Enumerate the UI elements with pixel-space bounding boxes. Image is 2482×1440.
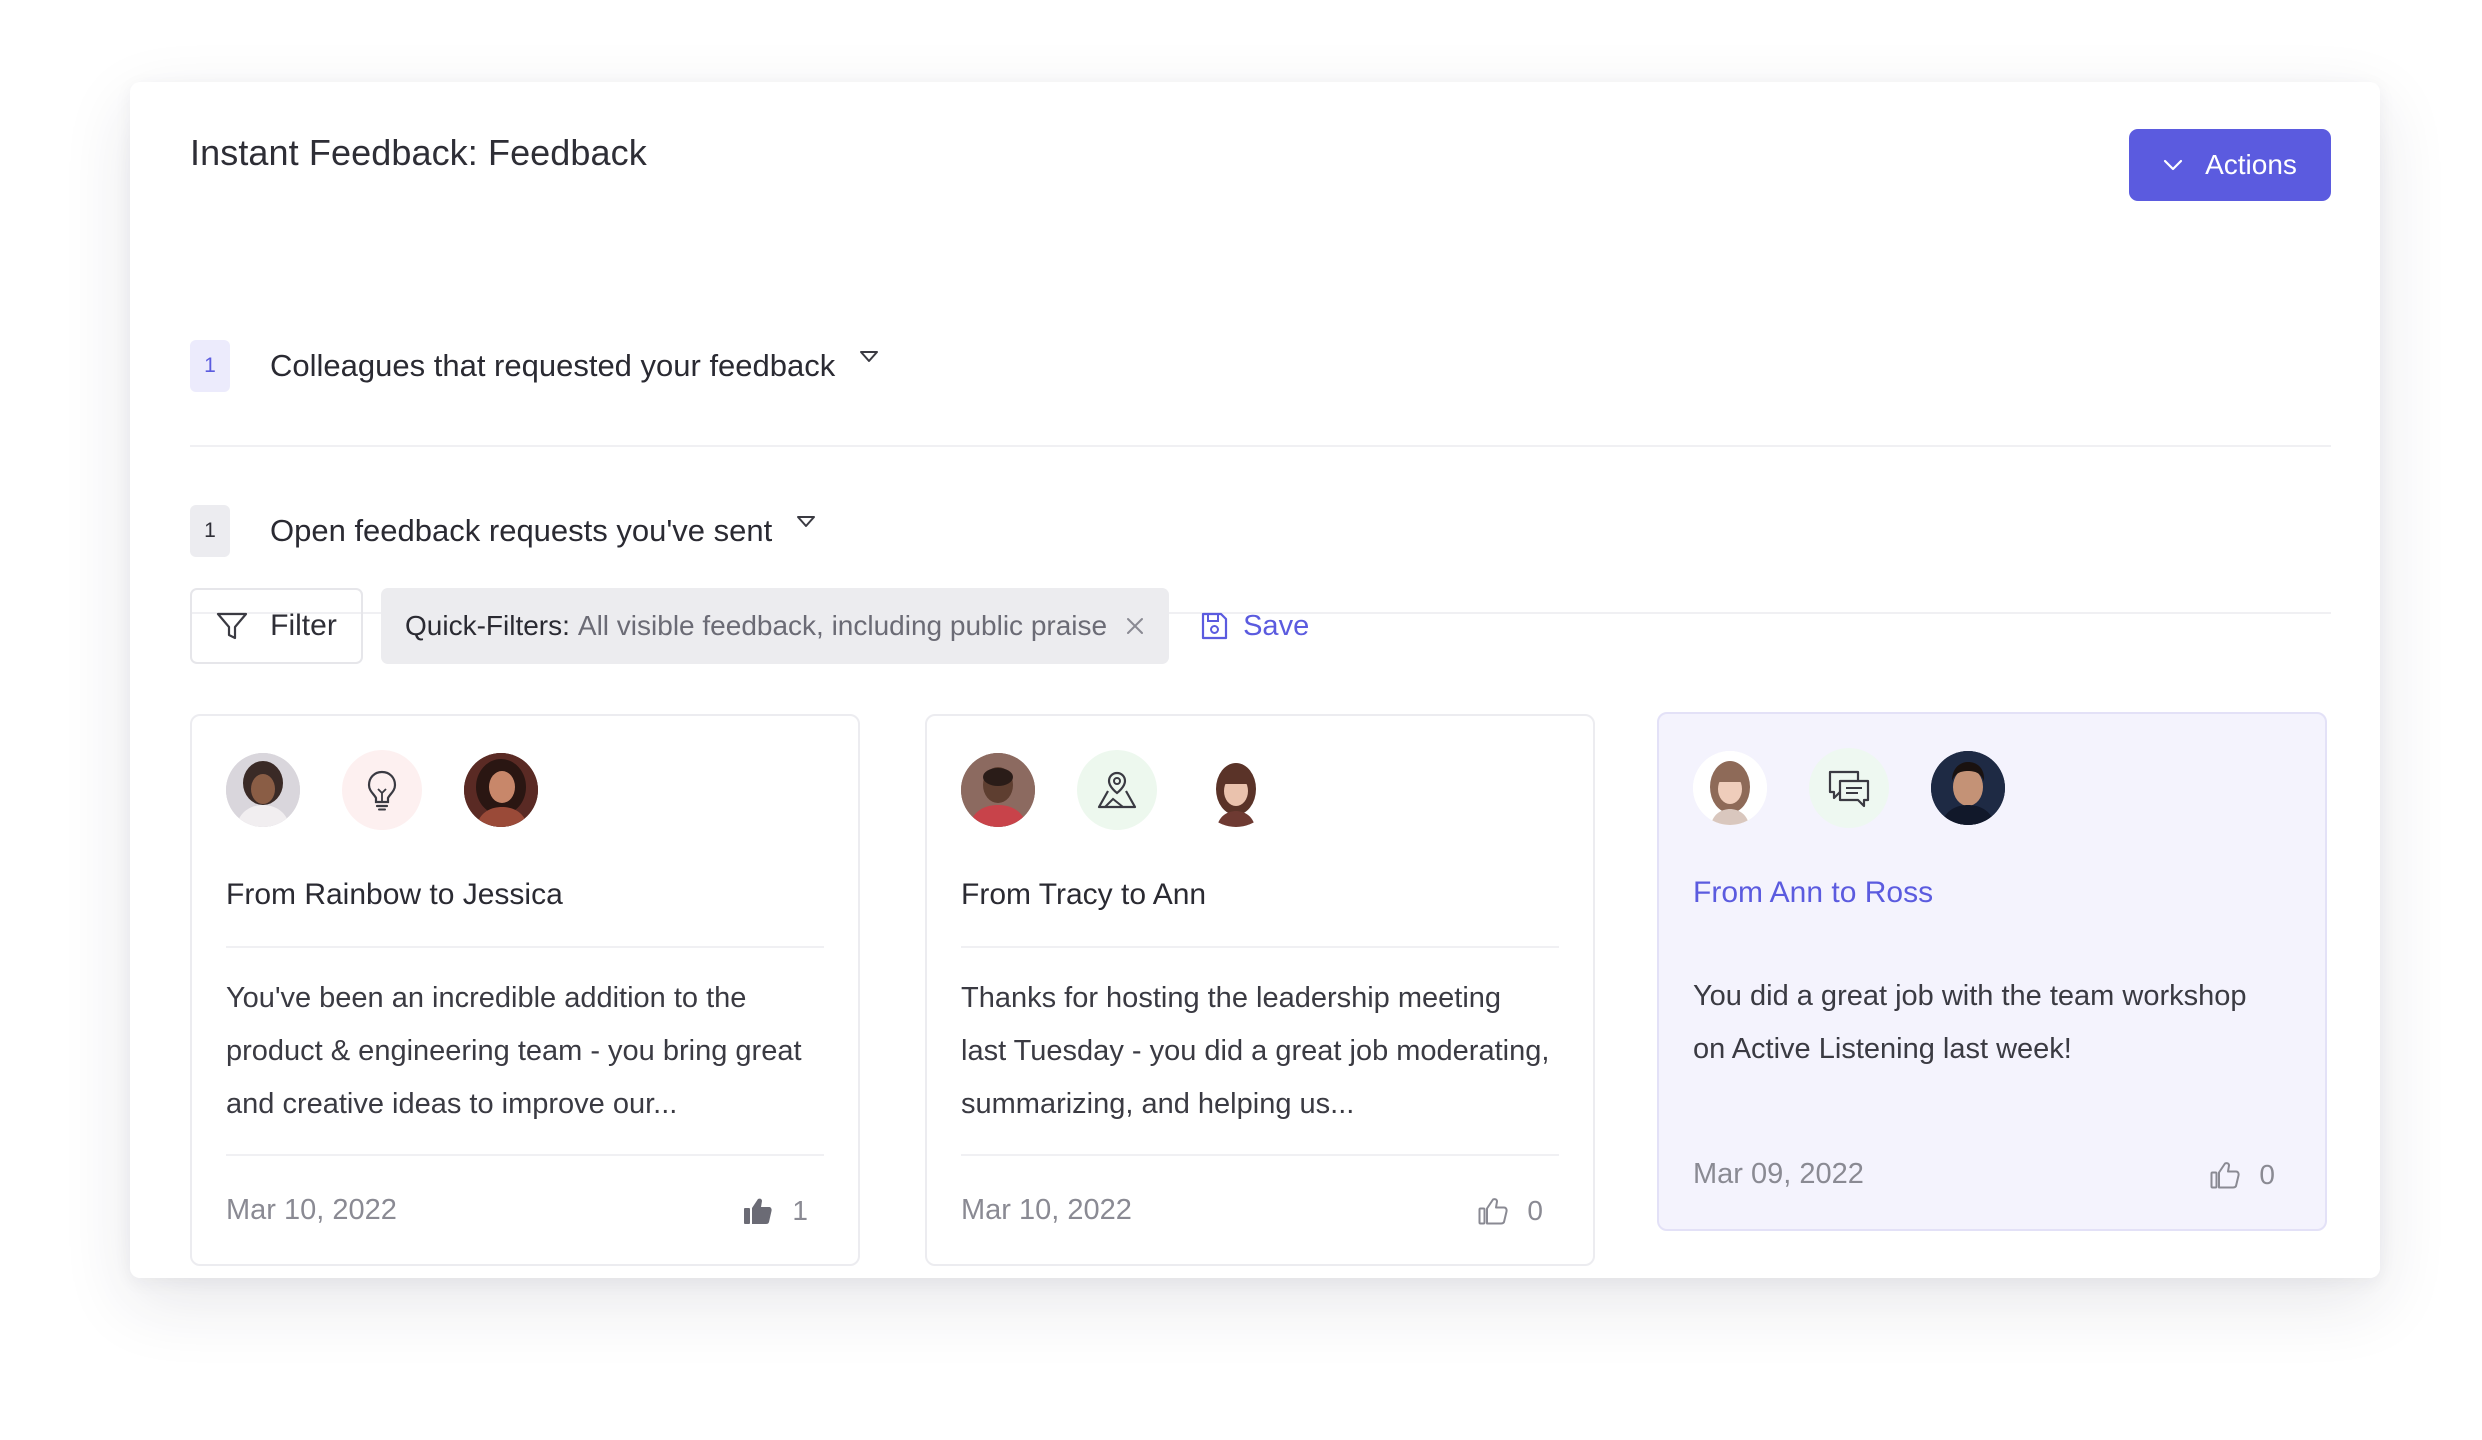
card-body: Thanks for hosting the leadership meetin… bbox=[961, 982, 1550, 1120]
actions-button[interactable]: Actions bbox=[2129, 129, 2331, 201]
divider bbox=[961, 1154, 1559, 1156]
card-title: From Tracy to Ann bbox=[961, 878, 1207, 911]
close-icon[interactable] bbox=[1125, 616, 1145, 636]
like-button[interactable]: 0 bbox=[2209, 1159, 2275, 1191]
card-date: Mar 10, 2022 bbox=[226, 1194, 397, 1226]
card-body: You've been an incredible addition to th… bbox=[226, 982, 802, 1120]
chevron-down-icon bbox=[2163, 159, 2183, 171]
feedback-panel: Instant Feedback: Feedback Actions 1 Col… bbox=[130, 82, 2380, 1278]
filter-label: Filter bbox=[270, 609, 337, 642]
card-date: Mar 10, 2022 bbox=[961, 1194, 1132, 1226]
card-footer: Mar 10, 2022 0 bbox=[961, 1194, 1543, 1227]
lightbulb-icon bbox=[342, 750, 422, 830]
save-filter-button[interactable]: Save bbox=[1199, 610, 1309, 643]
count-badge: 1 bbox=[190, 505, 230, 557]
avatar[interactable] bbox=[961, 753, 1035, 827]
filter-bar: Filter Quick-Filters: All visible feedba… bbox=[190, 588, 1309, 664]
like-count: 1 bbox=[792, 1194, 808, 1226]
section-label[interactable]: Colleagues that requested your feedback bbox=[270, 348, 835, 384]
card-footer: Mar 10, 2022 1 bbox=[226, 1194, 808, 1227]
card-title: From Rainbow to Jessica bbox=[226, 878, 563, 911]
avatar[interactable] bbox=[226, 753, 300, 827]
caret-down-icon[interactable] bbox=[859, 350, 879, 364]
chat-bubbles-icon bbox=[1809, 748, 1889, 828]
thumbs-up-filled-icon bbox=[744, 1198, 773, 1224]
avatar[interactable] bbox=[1693, 751, 1767, 825]
actions-label: Actions bbox=[2205, 149, 2297, 180]
page-title: Instant Feedback: Feedback bbox=[190, 132, 647, 173]
divider bbox=[961, 946, 1559, 948]
card-footer: Mar 09, 2022 0 bbox=[1693, 1158, 2275, 1191]
caret-down-icon[interactable] bbox=[796, 515, 816, 529]
section-requested-feedback: 1 Colleagues that requested your feedbac… bbox=[190, 282, 2331, 447]
card-participants bbox=[961, 750, 1273, 830]
card-participants bbox=[226, 750, 538, 830]
quick-filter-chip[interactable]: Quick-Filters: All visible feedback, inc… bbox=[381, 588, 1170, 664]
card-date: Mar 09, 2022 bbox=[1693, 1158, 1864, 1190]
thumbs-up-outline-icon bbox=[1478, 1197, 1509, 1224]
feedback-card-selected[interactable]: From Ann to Ross You did a great job wit… bbox=[1657, 712, 2327, 1231]
card-participants bbox=[1693, 748, 2005, 828]
card-body: You did a great job with the team worksh… bbox=[1693, 980, 2247, 1065]
like-count: 0 bbox=[2259, 1158, 2275, 1190]
like-button[interactable]: 0 bbox=[1477, 1195, 1543, 1227]
filter-button[interactable]: Filter bbox=[190, 588, 363, 664]
quick-filter-key: Quick-Filters: bbox=[405, 610, 570, 641]
feedback-card[interactable]: From Tracy to Ann Thanks for hosting the… bbox=[925, 714, 1595, 1266]
like-count: 0 bbox=[1527, 1194, 1543, 1226]
divider bbox=[226, 946, 824, 948]
save-label: Save bbox=[1243, 609, 1310, 642]
funnel-icon bbox=[217, 612, 248, 640]
divider bbox=[226, 1154, 824, 1156]
card-title: From Ann to Ross bbox=[1693, 876, 1934, 909]
floppy-disk-icon bbox=[1201, 612, 1228, 640]
feedback-card[interactable]: From Rainbow to Jessica You've been an i… bbox=[190, 714, 860, 1266]
avatar[interactable] bbox=[1931, 751, 2005, 825]
like-button[interactable]: 1 bbox=[742, 1195, 808, 1227]
quick-filter-value: All visible feedback, including public p… bbox=[577, 610, 1108, 641]
avatar[interactable] bbox=[1199, 753, 1273, 827]
thumbs-up-outline-icon bbox=[2210, 1161, 2241, 1188]
map-pin-icon bbox=[1077, 750, 1157, 830]
count-badge: 1 bbox=[190, 340, 230, 392]
section-label[interactable]: Open feedback requests you've sent bbox=[270, 513, 772, 549]
avatar[interactable] bbox=[464, 753, 538, 827]
